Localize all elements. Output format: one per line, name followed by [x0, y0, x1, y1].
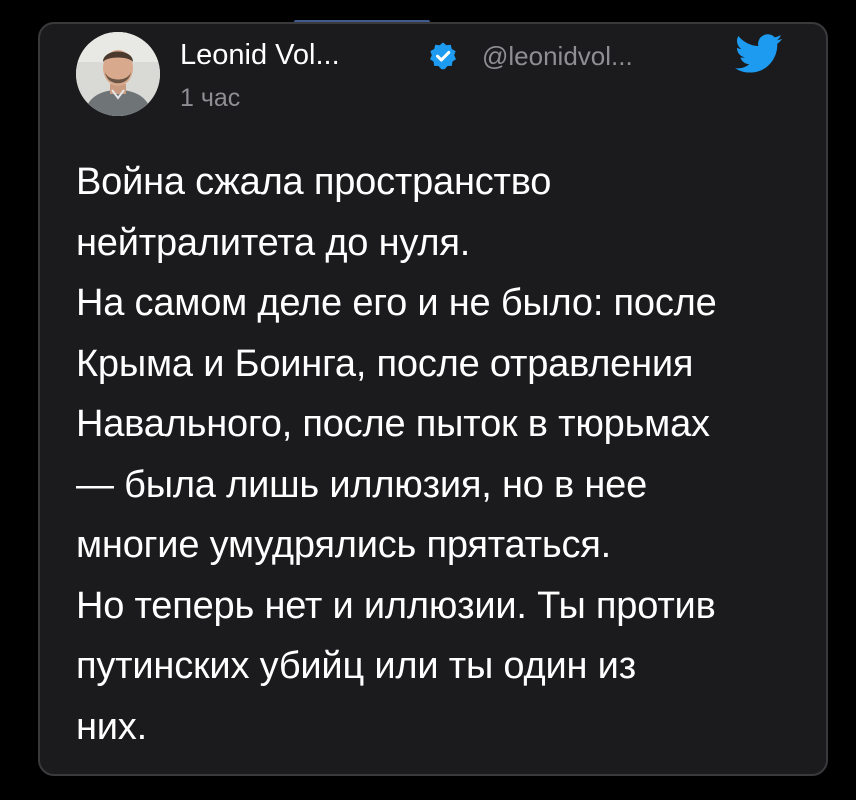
- tweet-text-line: Крыма и Боинга, после отравления: [76, 342, 694, 385]
- tweet-text-line: многие умудрялись прятаться.: [76, 524, 611, 566]
- twitter-bird-icon[interactable]: [735, 34, 783, 74]
- tweet-text-line: Но теперь нет и иллюзии. Ты против: [76, 584, 716, 627]
- tweet-text-line: Война сжала пространство: [76, 161, 552, 203]
- tweet-text-line: них.: [76, 705, 147, 748]
- tweet-text-line: нейтралитета до нуля.: [76, 221, 471, 264]
- tweet-text-line: На самом деле его и не было: после: [76, 282, 717, 324]
- avatar[interactable]: [76, 32, 160, 116]
- author-handle[interactable]: @leonidvol...: [482, 41, 633, 72]
- tweet-text: Война сжала пространство нейтралитета до…: [76, 152, 816, 757]
- tweet-text-line: — была лишь иллюзия, но в нее: [76, 463, 648, 506]
- tweet-text-line: Навального, после пыток в тюрьмах: [76, 403, 710, 445]
- embedded-tweet-card[interactable]: Leonid Vol... @leonidvol... 1 час Война …: [38, 22, 828, 776]
- screen: Leonid Vol... @leonidvol... 1 час Война …: [0, 0, 856, 800]
- tweet-timestamp[interactable]: 1 час: [180, 84, 240, 113]
- verified-badge-icon: [430, 42, 456, 70]
- tweet-text-line: путинских убийц или ты один из: [76, 645, 636, 687]
- avatar-photo: [76, 32, 160, 116]
- author-name[interactable]: Leonid Vol...: [180, 39, 340, 72]
